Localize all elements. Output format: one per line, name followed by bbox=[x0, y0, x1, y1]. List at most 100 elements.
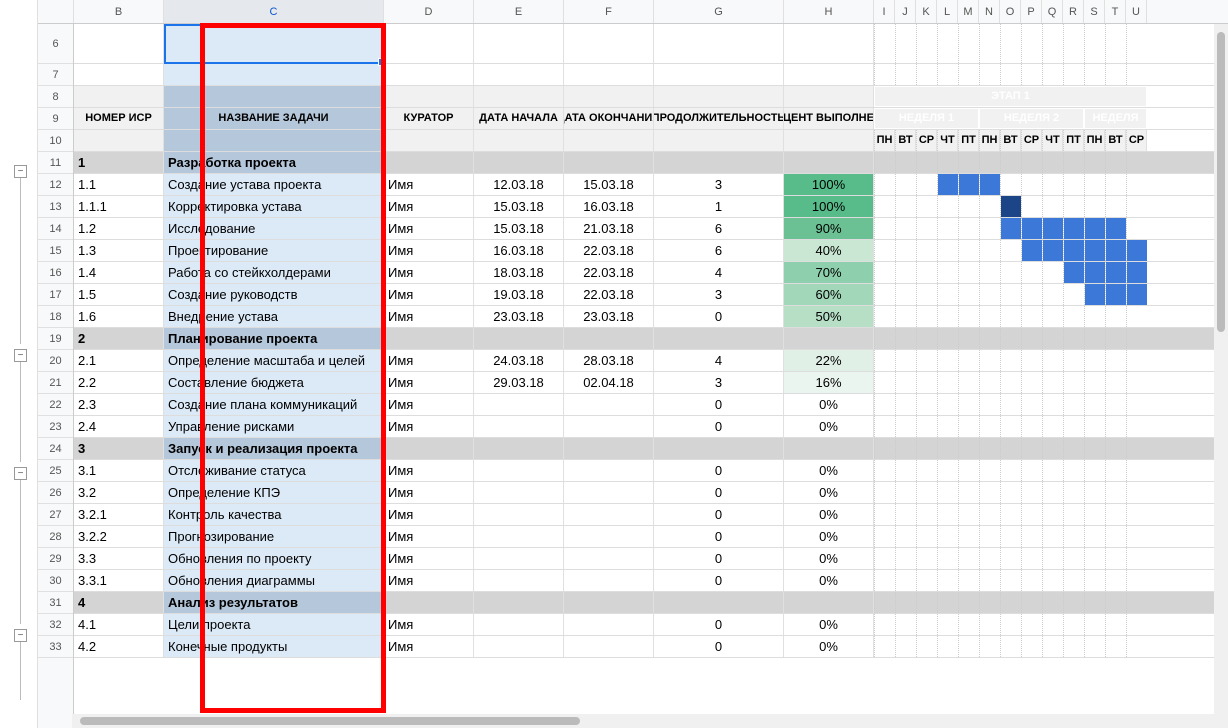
end-cell[interactable] bbox=[564, 636, 654, 657]
gantt[interactable] bbox=[1105, 526, 1126, 547]
gantt[interactable] bbox=[979, 482, 1000, 503]
gantt[interactable] bbox=[874, 306, 895, 327]
owner-cell[interactable]: Имя bbox=[384, 350, 474, 371]
owner-cell[interactable]: Имя bbox=[384, 416, 474, 437]
wbs-cell[interactable]: 1 bbox=[74, 152, 164, 173]
cell[interactable] bbox=[784, 24, 874, 63]
gantt[interactable] bbox=[1084, 460, 1105, 481]
gantt[interactable] bbox=[1063, 504, 1084, 525]
cell[interactable] bbox=[784, 64, 874, 85]
owner-cell[interactable]: Имя bbox=[384, 218, 474, 239]
owner-cell[interactable]: Имя bbox=[384, 504, 474, 525]
cell[interactable] bbox=[474, 328, 564, 349]
owner-cell[interactable]: Имя bbox=[384, 570, 474, 591]
task-cell[interactable]: Конечные продукты bbox=[164, 636, 384, 657]
outline-collapse-icon[interactable]: − bbox=[14, 629, 27, 642]
cell[interactable] bbox=[895, 24, 916, 63]
gantt[interactable] bbox=[916, 196, 937, 217]
cell[interactable] bbox=[564, 438, 654, 459]
gantt[interactable] bbox=[979, 306, 1000, 327]
start-cell[interactable] bbox=[474, 570, 564, 591]
gantt[interactable] bbox=[1000, 548, 1021, 569]
gantt[interactable] bbox=[1042, 196, 1063, 217]
gantt[interactable] bbox=[1063, 592, 1084, 613]
gantt[interactable] bbox=[958, 350, 979, 371]
gantt[interactable] bbox=[874, 548, 895, 569]
gantt[interactable] bbox=[1000, 526, 1021, 547]
gantt[interactable] bbox=[1021, 196, 1042, 217]
wbs-cell[interactable]: 1.3 bbox=[74, 240, 164, 261]
gantt[interactable] bbox=[1084, 592, 1105, 613]
gantt[interactable] bbox=[1042, 262, 1063, 283]
cell[interactable] bbox=[784, 152, 874, 173]
row-header-24[interactable]: 24 bbox=[38, 438, 73, 460]
gantt[interactable] bbox=[895, 526, 916, 547]
gantt[interactable] bbox=[937, 240, 958, 261]
pct-cell[interactable]: 40% bbox=[784, 240, 874, 261]
cell[interactable] bbox=[784, 592, 874, 613]
task-cell[interactable]: Создание плана коммуникаций bbox=[164, 394, 384, 415]
duration-cell[interactable]: 0 bbox=[654, 614, 784, 635]
gantt[interactable] bbox=[1000, 196, 1021, 217]
gantt[interactable] bbox=[916, 460, 937, 481]
gantt[interactable] bbox=[1084, 614, 1105, 635]
gantt[interactable] bbox=[1084, 174, 1105, 195]
pct-cell[interactable]: 100% bbox=[784, 174, 874, 195]
gantt[interactable] bbox=[1084, 504, 1105, 525]
gantt[interactable] bbox=[1126, 240, 1147, 261]
gantt[interactable] bbox=[937, 482, 958, 503]
end-cell[interactable]: 28.03.18 bbox=[564, 350, 654, 371]
gantt[interactable] bbox=[958, 284, 979, 305]
gantt[interactable] bbox=[979, 152, 1000, 173]
column-header-P[interactable]: P bbox=[1021, 0, 1042, 23]
duration-cell[interactable]: 3 bbox=[654, 372, 784, 393]
gantt[interactable] bbox=[958, 262, 979, 283]
gantt[interactable] bbox=[1000, 262, 1021, 283]
outline-collapse-icon[interactable]: − bbox=[14, 349, 27, 362]
gantt[interactable] bbox=[958, 504, 979, 525]
gantt[interactable] bbox=[895, 394, 916, 415]
gantt[interactable] bbox=[1105, 394, 1126, 415]
outline-collapse-icon[interactable]: − bbox=[14, 467, 27, 480]
gantt[interactable] bbox=[958, 614, 979, 635]
gantt[interactable] bbox=[937, 152, 958, 173]
pct-cell[interactable]: 22% bbox=[784, 350, 874, 371]
gantt[interactable] bbox=[1042, 636, 1063, 657]
gantt[interactable] bbox=[958, 592, 979, 613]
gantt[interactable] bbox=[1021, 372, 1042, 393]
gantt[interactable] bbox=[979, 174, 1000, 195]
duration-cell[interactable]: 0 bbox=[654, 482, 784, 503]
gantt[interactable] bbox=[1063, 284, 1084, 305]
end-cell[interactable] bbox=[564, 548, 654, 569]
gantt[interactable] bbox=[1063, 548, 1084, 569]
duration-cell[interactable]: 1 bbox=[654, 196, 784, 217]
cell[interactable] bbox=[958, 24, 979, 63]
cell[interactable] bbox=[874, 64, 895, 85]
cell[interactable] bbox=[384, 592, 474, 613]
wbs-cell[interactable]: 2 bbox=[74, 328, 164, 349]
row-header-30[interactable]: 30 bbox=[38, 570, 73, 592]
cell[interactable] bbox=[474, 152, 564, 173]
gantt[interactable] bbox=[979, 504, 1000, 525]
gantt[interactable] bbox=[916, 262, 937, 283]
gantt[interactable] bbox=[937, 284, 958, 305]
wbs-cell[interactable]: 3.3 bbox=[74, 548, 164, 569]
gantt[interactable] bbox=[937, 614, 958, 635]
gantt[interactable] bbox=[1126, 262, 1147, 283]
row-header-8[interactable]: 8 bbox=[38, 86, 73, 108]
gantt[interactable] bbox=[895, 570, 916, 591]
gantt[interactable] bbox=[1105, 504, 1126, 525]
gantt[interactable] bbox=[1126, 482, 1147, 503]
gantt[interactable] bbox=[1105, 350, 1126, 371]
gantt[interactable] bbox=[1000, 570, 1021, 591]
gantt[interactable] bbox=[874, 526, 895, 547]
duration-cell[interactable]: 0 bbox=[654, 394, 784, 415]
gantt[interactable] bbox=[1021, 482, 1042, 503]
gantt[interactable] bbox=[916, 526, 937, 547]
gantt[interactable] bbox=[1042, 328, 1063, 349]
task-cell[interactable]: Создание руководств bbox=[164, 284, 384, 305]
end-cell[interactable]: 22.03.18 bbox=[564, 284, 654, 305]
gantt[interactable] bbox=[874, 504, 895, 525]
gantt[interactable] bbox=[1042, 350, 1063, 371]
gantt[interactable] bbox=[1126, 218, 1147, 239]
